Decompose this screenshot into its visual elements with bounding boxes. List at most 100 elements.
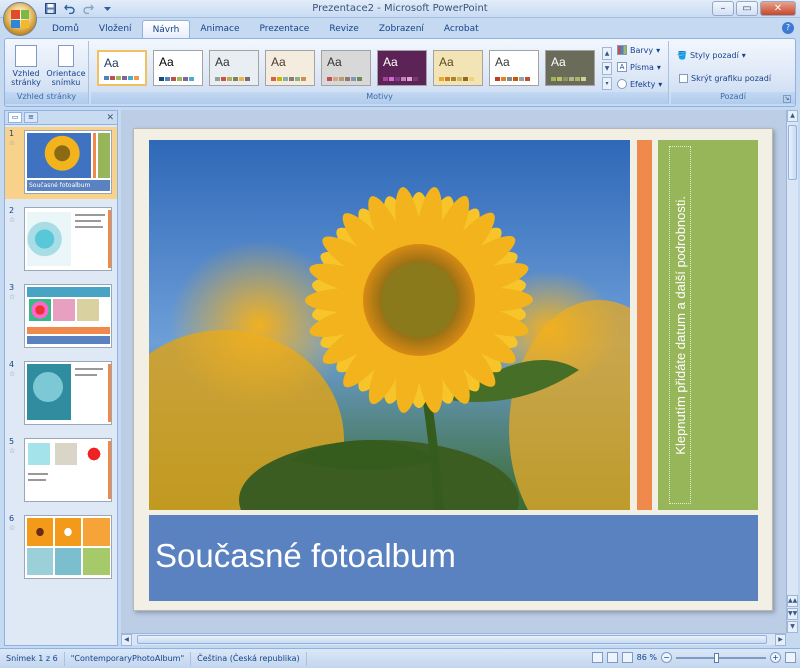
effects-button[interactable]: Efekty ▾ [617,79,662,89]
tab-insert[interactable]: Vložení [89,20,142,38]
thumbnail-shape [29,299,51,321]
save-icon[interactable] [44,2,57,15]
scroll-right-button[interactable]: ▶ [775,634,786,646]
transition-icon: ☆ [9,216,16,224]
slide-thumbnail[interactable] [24,361,112,425]
slide-thumbnail[interactable] [24,207,112,271]
ribbon: Vzhled stránky Orientace snímku Vzhled s… [4,38,796,107]
theme-tile[interactable]: Aa [545,50,595,86]
scroll-up-button[interactable]: ▲ [787,110,798,122]
zoom-in-icon[interactable]: + [770,652,781,663]
ribbon-tabs: Domů Vložení Návrh Animace Prezentace Re… [42,20,489,38]
gallery-up-button[interactable]: ▲ [602,47,612,60]
help-icon[interactable]: ? [782,22,794,34]
scroll-down-button[interactable]: ▼ [787,621,798,633]
theme-swatches [215,77,250,81]
slides-tab[interactable]: ▭ [8,112,22,123]
gallery-scroll: ▲ ▼ ▾ [602,47,612,91]
theme-tile[interactable]: Aa [377,50,427,86]
tab-slideshow[interactable]: Prezentace [250,20,320,38]
normal-view-icon[interactable] [591,652,603,663]
theme-tile[interactable]: Aa [97,50,147,86]
gallery-more-button[interactable]: ▾ [602,77,612,90]
slide-thumbnail[interactable] [24,515,112,579]
colors-button[interactable]: Barvy ▾ [617,45,660,55]
background-styles-button[interactable]: 🪣 Styly pozadí ▾ [677,51,746,60]
theme-tile[interactable]: Aa [209,50,259,86]
tab-review[interactable]: Revize [319,20,368,38]
theme-tile[interactable]: Aa [153,50,203,86]
page-setup-label: Vzhled stránky [11,69,41,87]
slide-thumbnail-row[interactable]: 1 ☆ Současné fotoalbum [5,127,117,199]
hide-graphics-checkbox[interactable] [679,74,688,83]
themes-group: Aa Aa Aa Aa Aa Aa Aa Aa Aa ▲ ▼ ▾ Barvy ▾ A Písma ▾… [91,41,669,104]
hide-graphics-label: Skrýt grafiku pozadí [691,74,772,83]
thumbnail-shape [75,214,105,216]
horizontal-scroll-thumb[interactable] [137,635,767,644]
theme-tile-label: Aa [104,56,119,70]
slide-thumbnail[interactable] [24,284,112,348]
prev-slide-button[interactable]: ▲▲ [787,595,798,607]
slide-thumbnail-row[interactable]: 2 ☆ [5,204,117,276]
language[interactable]: Čeština (Česká republika) [191,651,307,666]
zoom-out-icon[interactable]: − [661,652,672,663]
scroll-left-button[interactable]: ◀ [121,634,132,646]
slide-title: Současné fotoalbum [155,537,456,574]
slide-thumbnail[interactable]: Současné fotoalbum [24,130,112,194]
minimize-button[interactable]: – [712,1,734,16]
tab-animations[interactable]: Animace [190,20,249,38]
slide-thumbnail-row[interactable]: 6 ☆ [5,512,117,584]
thumbnail-shape [53,299,75,321]
tab-acrobat[interactable]: Acrobat [434,20,489,38]
zoom-slider[interactable] [676,652,766,663]
hide-background-graphics[interactable]: Skrýt grafiku pozadí [679,74,771,83]
outline-tab[interactable]: ≡ [24,112,38,123]
colors-label: Barvy [630,45,654,55]
sunflower-photo[interactable] [149,140,630,510]
side-text-placeholder[interactable]: Klepnutím přidáte datum a další podrobno… [669,146,691,504]
slide-thumbnail-row[interactable]: 4 ☆ [5,358,117,430]
vertical-scrollbar[interactable]: ▲ ▲▲ ▼▼ ▼ [786,110,798,633]
window-controls: – ▭ ✕ [712,1,796,16]
tab-design[interactable]: Návrh [141,20,191,38]
slideshow-icon[interactable] [621,652,633,663]
tab-view[interactable]: Zobrazení [369,20,434,38]
office-button[interactable] [3,2,37,36]
gallery-down-button[interactable]: ▼ [602,62,612,75]
theme-tile[interactable]: Aa [489,50,539,86]
dialog-launcher-icon[interactable]: ↘ [783,95,791,103]
next-slide-button[interactable]: ▼▼ [787,608,798,620]
close-button[interactable]: ✕ [760,1,796,16]
theme-swatches [327,77,362,81]
theme-tile[interactable]: Aa [265,50,315,86]
theme-tile[interactable]: Aa [321,50,371,86]
slide-sorter-icon[interactable] [606,652,618,663]
page-setup-button[interactable]: Vzhled stránky [8,45,44,87]
vertical-scroll-thumb[interactable] [788,125,797,180]
slide[interactable]: Klepnutím přidáte datum a další podrobno… [133,128,773,611]
customize-icon[interactable] [101,2,114,15]
horizontal-scrollbar[interactable]: ◀ ▶ [121,633,786,646]
background-styles-label: Styly pozadí [689,51,739,60]
thumbnail-shape [108,441,111,499]
undo-icon[interactable] [63,2,76,15]
slide-thumbnail[interactable] [24,438,112,502]
theme-tile[interactable]: Aa [433,50,483,86]
zoom-level[interactable]: 86 % [637,653,657,662]
maximize-button[interactable]: ▭ [736,1,758,16]
theme-swatches [383,77,418,81]
slide-thumbnail-row[interactable]: 3 ☆ [5,281,117,353]
tab-home[interactable]: Domů [42,20,89,38]
orientation-button[interactable]: Orientace snímku [45,45,87,87]
orientation-label: Orientace snímku [46,69,86,87]
zoom-slider-thumb[interactable] [714,652,720,663]
close-pane-icon[interactable]: ✕ [106,113,114,123]
window-title: Prezentace2 - Microsoft PowerPoint [312,3,488,14]
redo-icon[interactable] [82,2,95,15]
title-placeholder[interactable]: Současné fotoalbum [149,515,758,601]
fonts-button[interactable]: A Písma ▾ [617,62,661,72]
paint-bucket-icon: 🪣 [677,51,687,60]
fit-to-window-icon[interactable] [785,652,796,663]
slide-thumbnail-row[interactable]: 5 ☆ [5,435,117,507]
thumbnail-shape [27,287,110,297]
